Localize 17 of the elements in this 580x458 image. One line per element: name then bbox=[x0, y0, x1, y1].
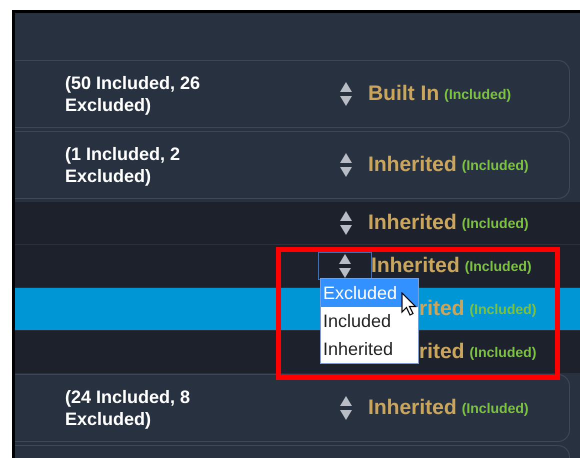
status-text: (Included) bbox=[462, 398, 529, 418]
setting-text: Inherited bbox=[368, 395, 457, 422]
setting-text: rited bbox=[419, 339, 465, 366]
status-text: (Included) bbox=[470, 300, 536, 319]
setting-text: Inherited bbox=[371, 253, 460, 280]
status-text: (Included) bbox=[444, 84, 512, 104]
summary-text: (50 Included, 26 Excluded) bbox=[65, 72, 202, 116]
status-text: (Included) bbox=[464, 256, 532, 276]
setting-text: rited bbox=[419, 296, 465, 322]
setting-text: Inherited bbox=[368, 210, 457, 236]
status-text: (Included) bbox=[470, 342, 536, 362]
summary-text: (1 Included, 2 Excluded) bbox=[65, 142, 182, 188]
status-text: (Included) bbox=[462, 214, 529, 233]
setting-text: Built In bbox=[368, 81, 440, 108]
summary-text: (24 Included, 8 Excluded) bbox=[65, 386, 192, 430]
status-text: (Included) bbox=[462, 156, 529, 175]
setting-text: Inherited bbox=[368, 152, 457, 178]
